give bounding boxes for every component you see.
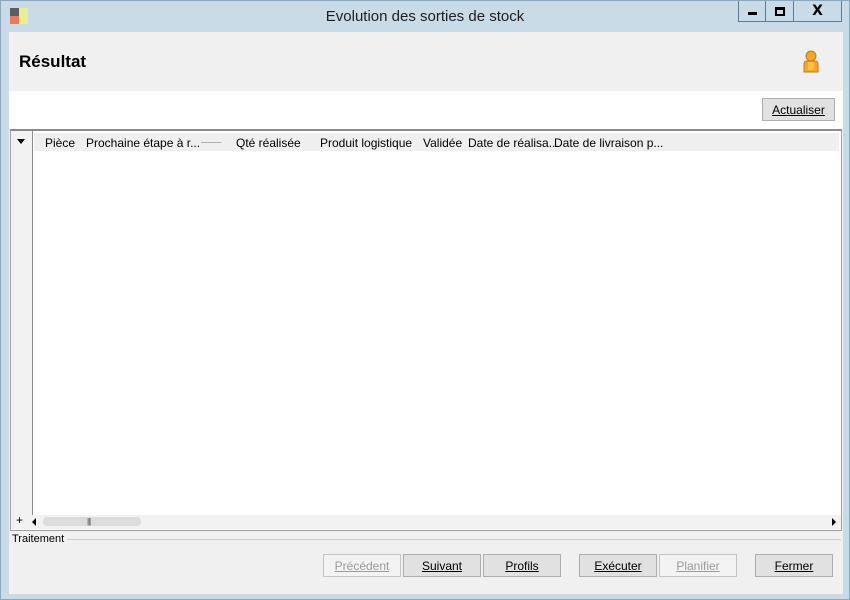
close-window-button[interactable]: X [794,1,842,22]
window-controls: X [738,1,842,22]
toolbar: Actualiser [9,91,843,129]
grid-footer: + ||| [11,513,841,529]
user-icon[interactable] [801,50,821,74]
grid-header: Pièce Prochaine étape à r... Qté réalisé… [34,133,839,151]
schedule-button[interactable]: Planifier [659,554,737,577]
result-header: Résultat [9,32,843,91]
refresh-button[interactable]: Actualiser [762,98,835,121]
column-header-qty-done[interactable]: Qté réalisée [236,136,301,150]
sort-indicator-icon [201,142,217,143]
scroll-right-arrow-icon[interactable] [832,518,836,526]
app-window: Evolution des sorties de stock X Résulta… [0,0,850,600]
column-header-next-step[interactable]: Prochaine étape à r... [86,136,200,150]
maximize-icon [774,6,785,16]
client-area: Résultat Actualiser Pièce Prochaine étap… [9,32,843,594]
close-icon: X [812,3,823,19]
scroll-left-arrow-icon[interactable] [32,518,36,526]
result-grid[interactable]: Pièce Prochaine étape à r... Qté réalisé… [10,129,842,531]
grid-row-selector[interactable] [11,131,33,529]
grid-menu-arrow-icon[interactable] [17,139,25,144]
profiles-button[interactable]: Profils [483,554,561,577]
next-button[interactable]: Suivant [403,554,481,577]
column-header-delivery-date[interactable]: Date de livraison p... [554,136,663,150]
add-row-icon[interactable]: + [16,513,23,527]
section-divider [67,539,841,540]
minimize-button[interactable] [738,1,766,22]
minimize-icon [747,12,757,15]
column-header-validated[interactable]: Validée [423,136,462,150]
execute-button[interactable]: Exécuter [579,554,657,577]
column-header-logistic-product[interactable]: Produit logistique [320,136,412,150]
horizontal-scrollbar-thumb[interactable]: ||| [43,517,141,526]
scroll-grip-icon: ||| [87,517,91,526]
maximize-button[interactable] [766,1,794,22]
column-header-piece[interactable]: Pièce [45,136,75,150]
title-bar[interactable]: Evolution des sorties de stock X [1,1,849,32]
traitement-section: Traitement [11,533,841,545]
traitement-label: Traitement [12,533,67,545]
column-header-completion-date[interactable]: Date de réalisa... [468,136,559,150]
close-button[interactable]: Fermer [755,554,833,577]
window-title: Evolution des sorties de stock [325,8,525,25]
page-title: Résultat [19,52,87,71]
previous-button[interactable]: Précédent [323,554,401,577]
